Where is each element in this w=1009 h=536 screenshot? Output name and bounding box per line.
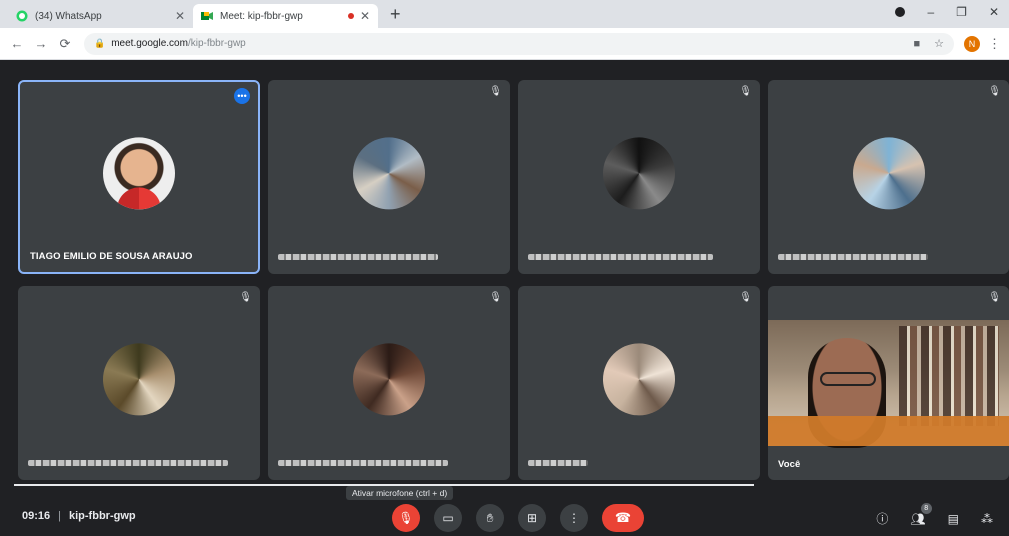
chat-icon[interactable]: ▤ <box>948 512 959 526</box>
omnibox-actions: ■ ☆ <box>913 37 944 51</box>
people-button[interactable]: 👥︎ 8 <box>910 502 932 526</box>
activities-icon[interactable]: ⁂ <box>981 512 993 526</box>
window-controls: – ❐ ✕ <box>895 5 999 19</box>
lock-icon: 🔒 <box>94 38 106 48</box>
avatar <box>603 343 675 416</box>
camera-icon: ▭ <box>442 511 454 525</box>
url-path: /kip-fbbr-gwp <box>187 38 246 49</box>
participant-tile[interactable]: 🎙︎ <box>268 286 510 480</box>
browser-tab-strip: (34) WhatsApp ✕ Meet: kip-fbbr-gwp ✕ + –… <box>0 0 1009 28</box>
phone-hangup-icon: ☎︎ <box>614 510 632 525</box>
avatar <box>103 137 175 210</box>
tab-title: Meet: kip-fbbr-gwp <box>220 10 303 22</box>
participant-name-redacted <box>278 254 438 260</box>
more-options-button[interactable]: ⋮ <box>560 504 588 532</box>
shirt <box>768 416 1009 446</box>
camera-toggle-button[interactable]: ▭ <box>434 504 462 532</box>
avatar <box>103 343 175 416</box>
avatar <box>852 137 925 210</box>
meeting-time: 09:16 <box>22 510 51 522</box>
mic-off-icon: 🎙︎ <box>988 292 1001 303</box>
meeting-toolbar: Ativar microfone (ctrl + d) 09:16 | kip-fb… <box>0 484 1009 536</box>
glasses <box>820 372 876 386</box>
avatar <box>603 137 675 210</box>
new-tab-button[interactable]: + <box>378 4 413 28</box>
people-count-badge: 8 <box>920 502 932 514</box>
mic-off-icon: 🎙︎ <box>239 292 252 303</box>
mic-off-icon: 🎙︎ <box>398 511 414 525</box>
present-screen-button[interactable]: ⊞ <box>518 504 546 532</box>
tab-meet[interactable]: Meet: kip-fbbr-gwp ✕ <box>193 4 378 28</box>
star-icon[interactable]: ☆ <box>934 37 944 50</box>
mic-tooltip: Ativar microfone (ctrl + d) <box>346 486 454 500</box>
meeting-info: 09:16 | kip-fbbr-gwp <box>22 510 136 522</box>
close-icon[interactable]: ✕ <box>175 9 185 23</box>
raise-hand-button[interactable]: ✋︎ <box>476 504 504 532</box>
participant-name-redacted <box>528 460 588 466</box>
present-icon: ⊞ <box>526 511 538 525</box>
people-icon: 👥︎ <box>910 511 926 526</box>
tab-title: (34) WhatsApp <box>35 10 102 22</box>
separator: | <box>58 510 61 522</box>
call-controls: 🎙︎ ▭ ✋︎ ⊞ ⋮ ☎︎ <box>392 504 644 532</box>
profile-avatar[interactable]: N <box>964 35 980 52</box>
participant-tile[interactable]: 🎙︎ <box>18 286 260 480</box>
url-input[interactable]: 🔒 meet.google.com/kip-fbbr-gwp ■ ☆ <box>84 32 954 55</box>
close-window-icon[interactable]: ✕ <box>989 5 999 19</box>
mic-off-icon: 🎙︎ <box>739 292 752 303</box>
close-icon[interactable]: ✕ <box>360 9 370 23</box>
participant-tile[interactable]: 🎙︎ <box>268 80 510 274</box>
tab-whatsapp[interactable]: (34) WhatsApp ✕ <box>8 4 193 28</box>
mic-off-icon: 🎙︎ <box>739 86 752 97</box>
recording-dot-icon <box>347 13 354 19</box>
avatar <box>353 343 425 416</box>
background-shelf <box>899 326 999 426</box>
reload-icon[interactable]: ⟳ <box>56 36 74 52</box>
mic-off-icon: 🎙︎ <box>489 86 502 97</box>
forward-icon[interactable]: → <box>32 36 50 51</box>
participant-tile[interactable]: 🎙︎ <box>518 80 760 274</box>
mic-off-icon: 🎙︎ <box>489 292 502 303</box>
back-icon[interactable]: ← <box>8 36 26 51</box>
participant-name-redacted <box>28 460 228 466</box>
leave-call-button[interactable]: ☎︎ <box>602 504 644 532</box>
participant-tile[interactable]: 🎙︎ <box>768 80 1009 274</box>
participant-grid: ••• TIAGO EMILIO DE SOUSA ARAUJO 🎙︎ 🎙︎ 🎙… <box>0 60 1009 484</box>
more-vert-icon: ⋮ <box>568 511 580 525</box>
hand-icon: ✋︎ <box>486 510 494 525</box>
participant-name-redacted <box>778 254 928 260</box>
participant-name-redacted <box>278 460 448 466</box>
side-panel-controls: ⓘ 👥︎ 8 ▤ ⁂ <box>876 502 993 527</box>
minimize-icon[interactable]: – <box>927 5 934 19</box>
mic-toggle-button[interactable]: 🎙︎ <box>392 504 420 532</box>
camera-icon[interactable]: ■ <box>913 38 920 50</box>
meeting-code: kip-fbbr-gwp <box>69 510 136 522</box>
whatsapp-icon <box>16 10 28 22</box>
participant-name-redacted <box>528 254 713 260</box>
participant-name: TIAGO EMILIO DE SOUSA ARAUJO <box>30 251 193 262</box>
self-view-tile[interactable]: 🎙︎ Você <box>768 286 1009 480</box>
maximize-icon[interactable]: ❐ <box>956 5 967 19</box>
participant-tile[interactable]: 🎙︎ <box>518 286 760 480</box>
address-bar: ← → ⟳ 🔒 meet.google.com/kip-fbbr-gwp ■ ☆… <box>0 28 1009 60</box>
info-icon[interactable]: ⓘ <box>876 510 888 527</box>
avatar <box>353 137 425 210</box>
participant-name: Você <box>778 459 801 470</box>
meet-icon <box>201 10 213 22</box>
self-video <box>768 320 1009 448</box>
url-host: meet.google.com <box>111 38 188 49</box>
participant-tile[interactable]: ••• TIAGO EMILIO DE SOUSA ARAUJO <box>18 80 260 274</box>
more-options-icon[interactable]: ••• <box>234 88 250 104</box>
mic-off-icon: 🎙︎ <box>988 86 1001 97</box>
browser-menu-icon[interactable]: ⋮ <box>988 36 1001 52</box>
chrome-menu-icon[interactable] <box>895 7 906 17</box>
